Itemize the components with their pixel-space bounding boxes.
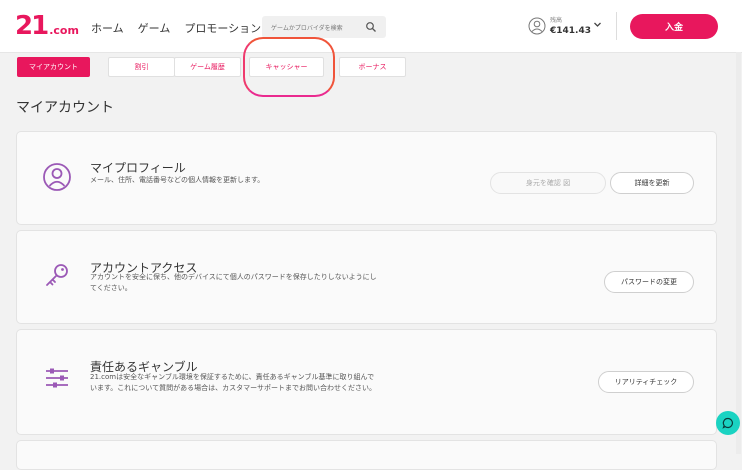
card-description: アカウントを安全に保ち、他のデバイスにて個人のパスワードを保存したりしないように…	[90, 273, 377, 292]
tab-bonus[interactable]: ボーナス	[339, 57, 406, 77]
top-header: 21 .com ホーム ゲーム プロモーション ゲームかプロバイダを検索 残高 …	[0, 0, 742, 53]
chat-button[interactable]	[716, 411, 740, 435]
card-title: マイプロフィール	[90, 161, 186, 175]
change-password-button[interactable]: パスワードの変更	[604, 271, 694, 293]
header-divider	[616, 12, 617, 40]
search-placeholder: ゲームかプロバイダを検索	[271, 24, 343, 32]
next-card-partial	[16, 440, 717, 470]
account-access-card: アカウントアクセス アカウントを安全に保ち、他のデバイスにて個人のパスワードを保…	[16, 230, 717, 324]
profile-card: マイプロフィール メール、住所、電話番号などの個人情報を更新します。 身元を確認…	[16, 131, 717, 225]
avatar-icon[interactable]	[528, 17, 546, 35]
update-details-button[interactable]: 詳細を更新	[610, 172, 694, 194]
site-logo[interactable]: 21 .com	[15, 12, 79, 40]
nav-home[interactable]: ホーム	[91, 20, 124, 36]
balance-value: €141.43	[550, 26, 591, 36]
nav-games[interactable]: ゲーム	[138, 20, 171, 36]
card-description: メール、住所、電話番号などの個人情報を更新します。	[90, 176, 265, 184]
deposit-button[interactable]: 入金	[630, 14, 718, 39]
chat-icon	[722, 417, 733, 429]
balance-display[interactable]: 残高 €141.43	[550, 16, 591, 36]
sliders-icon	[46, 368, 68, 388]
reality-check-button[interactable]: リアリティチェック	[598, 371, 694, 393]
tab-my-account[interactable]: マイアカウント	[17, 57, 90, 77]
nav-promotions[interactable]: プロモーション	[184, 20, 261, 36]
main-nav: ホーム ゲーム プロモーション	[91, 20, 261, 36]
logo-suffix: .com	[49, 24, 79, 37]
search-input[interactable]: ゲームかプロバイダを検索	[262, 16, 386, 38]
responsible-gambling-card: 責任あるギャンブル 21.comは安全なギャンブル環境を保証するために、責任ある…	[16, 329, 717, 435]
tab-cashier[interactable]: キャッシャー	[249, 57, 324, 77]
tab-game-history[interactable]: ゲーム履歴	[174, 57, 241, 77]
card-description: 21.comは安全なギャンブル環境を保証するために、責任あるギャンブル基準に取り…	[90, 373, 376, 392]
logo-text: 21	[15, 11, 49, 41]
tab-discounts[interactable]: 割引	[108, 57, 175, 77]
page-title: マイアカウント	[16, 100, 114, 116]
page-scrollbar[interactable]	[736, 52, 741, 454]
key-icon	[46, 264, 68, 286]
verify-identity-button[interactable]: 身元を確認 図	[490, 172, 606, 194]
chevron-down-icon[interactable]	[593, 20, 602, 29]
search-icon[interactable]	[365, 21, 377, 33]
balance-label: 残高	[550, 17, 563, 24]
user-icon	[43, 163, 71, 191]
